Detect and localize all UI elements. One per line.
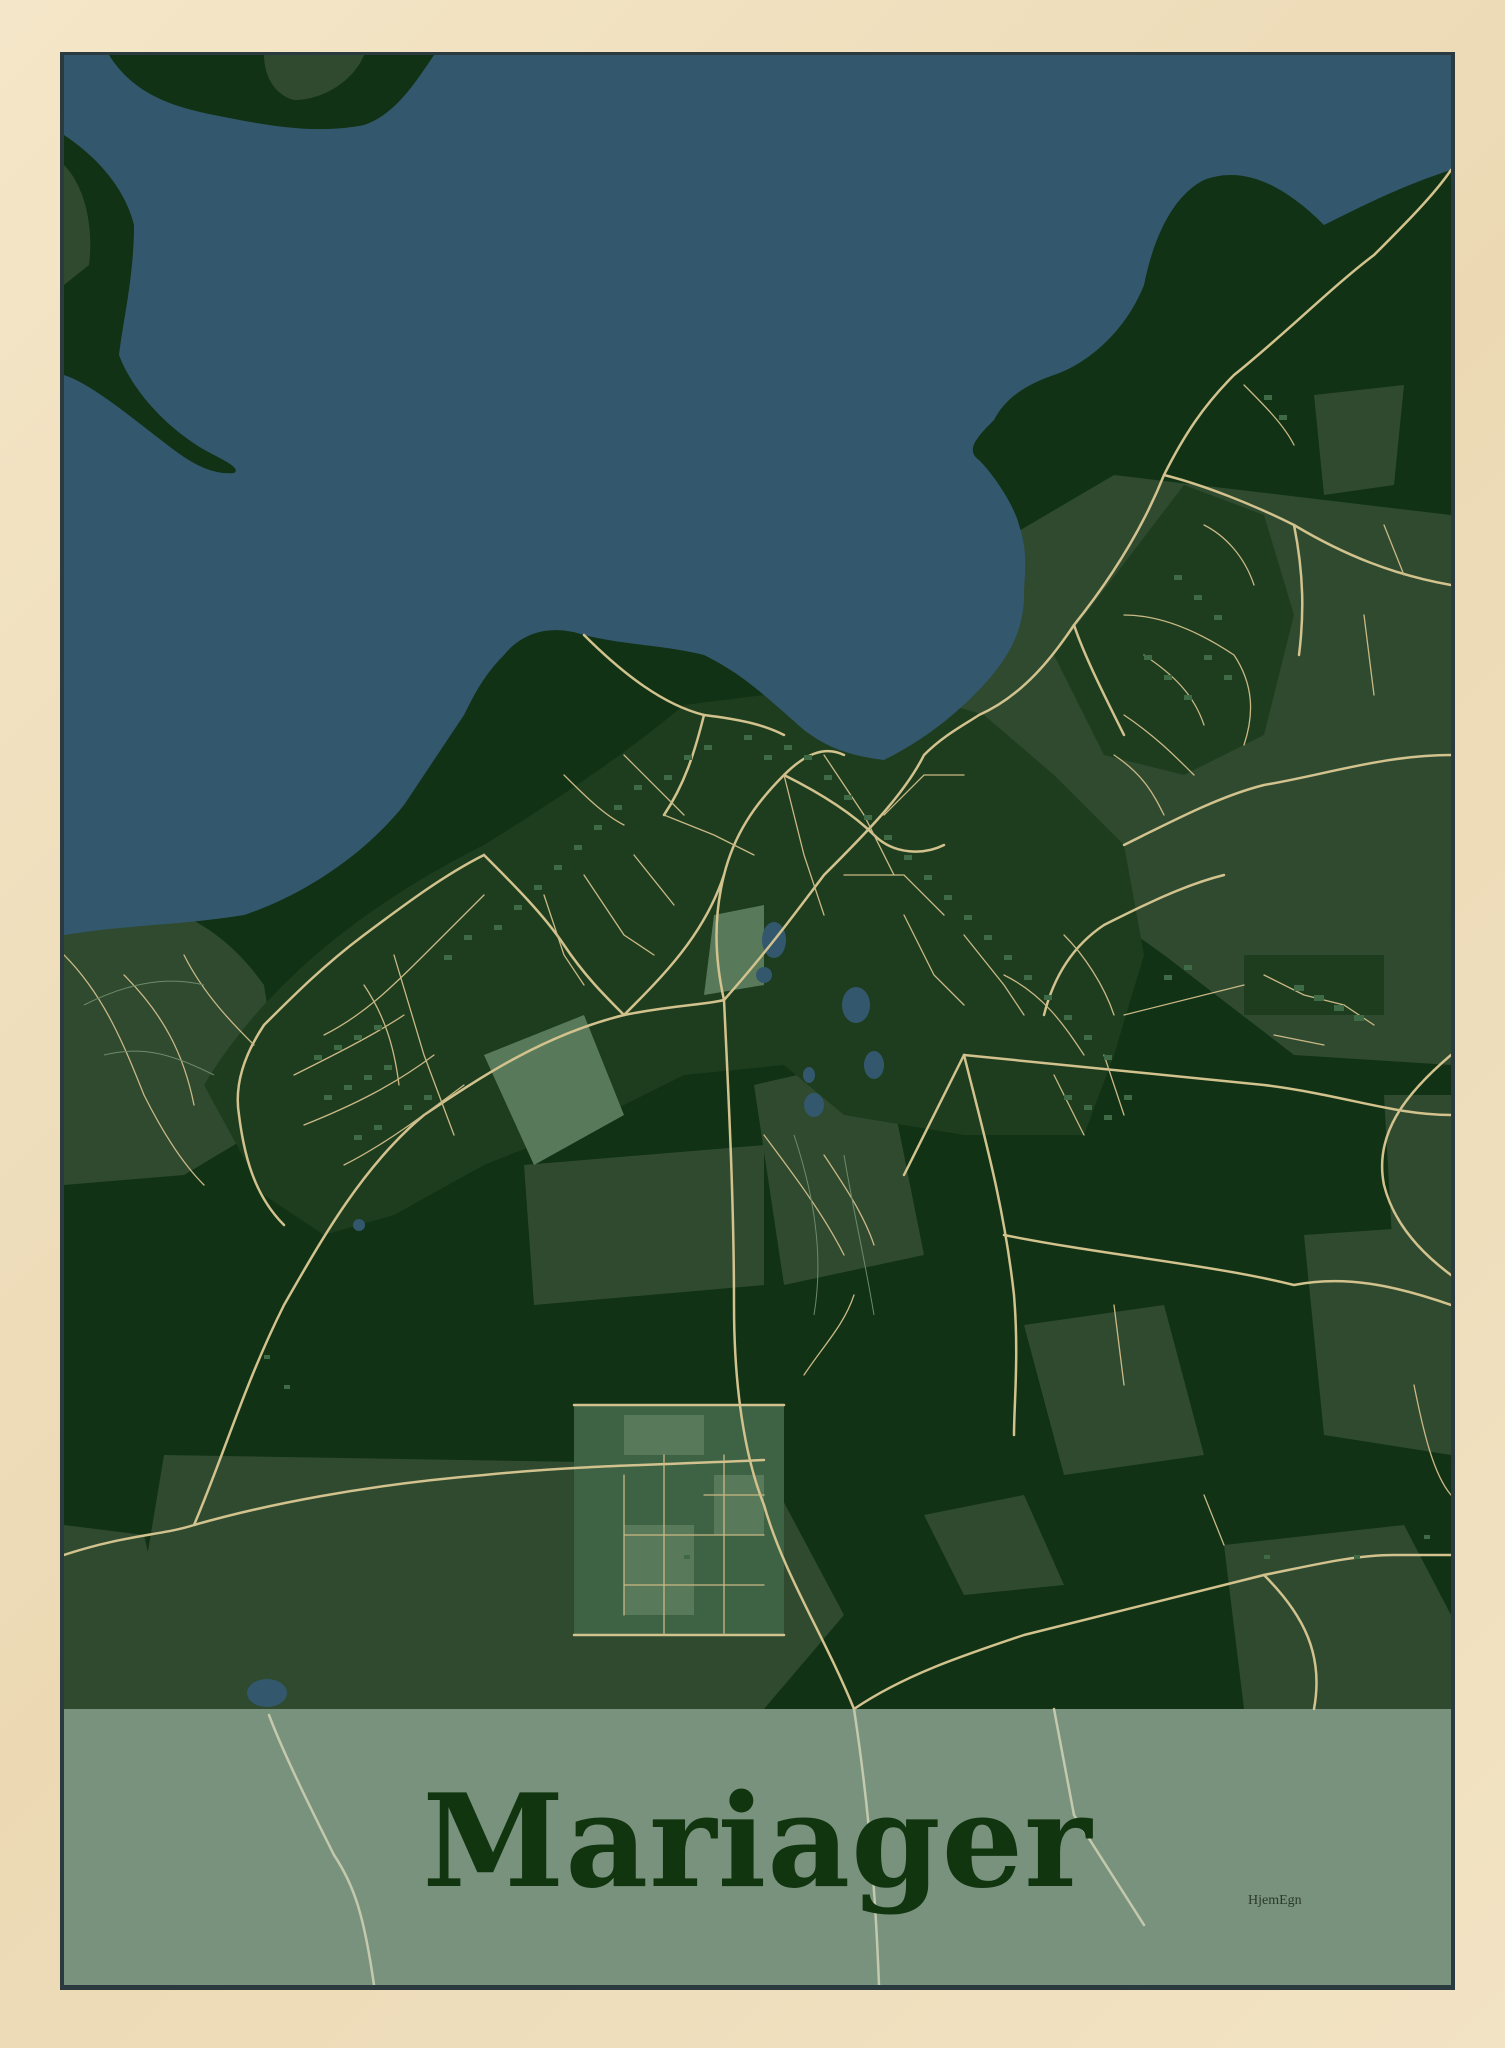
map-poster: Mariager HjemEgn: [64, 55, 1451, 1985]
brand-signature: HjemEgn: [1248, 1893, 1302, 1908]
map-artwork: [64, 55, 1451, 1985]
poster-title: Mariager: [422, 1767, 1093, 1917]
industrial-area: [574, 1405, 784, 1635]
